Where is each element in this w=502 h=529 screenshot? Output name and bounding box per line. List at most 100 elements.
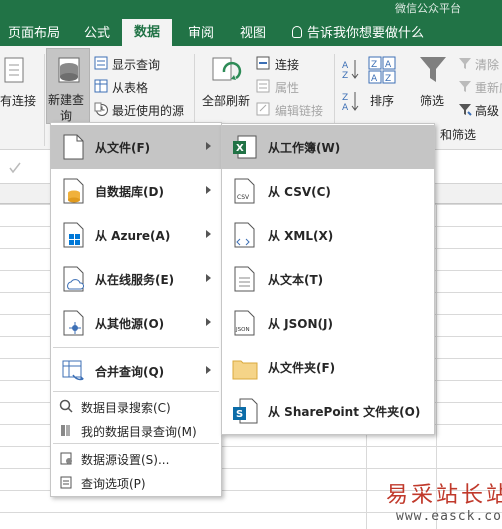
menu-item-from-database[interactable]: 自数据库(D) — [51, 169, 221, 213]
options-icon — [60, 476, 72, 489]
svg-text:A: A — [385, 60, 392, 70]
menu-separator — [53, 347, 219, 348]
menu-item-combine-queries[interactable]: 合并查询(Q) — [51, 349, 221, 393]
svg-text:X: X — [236, 143, 244, 154]
menu-item-from-azure[interactable]: 从 Azure(A) — [51, 213, 221, 257]
tab-formulas[interactable]: 公式 — [76, 21, 118, 46]
json-icon: JSON — [234, 310, 255, 336]
svg-text:Z: Z — [342, 93, 348, 103]
connections-button[interactable]: 连接 — [275, 56, 299, 73]
menu-item-from-online-services[interactable]: 从在线服务(E) — [51, 257, 221, 301]
ribbon-tab-bar: 微信公众平台 页面布局 公式 数据 审阅 视图 告诉我你想要做什么 — [0, 0, 502, 46]
azure-icon — [63, 222, 84, 248]
submenu-item-from-workbook[interactable]: X 从工作簿(W) — [222, 125, 434, 169]
refresh-all-button[interactable]: 全部刷新 — [202, 92, 250, 109]
submenu-item-from-sharepoint-folder[interactable]: S 从 SharePoint 文件夹(O) — [222, 389, 434, 433]
recent-sources-icon — [94, 102, 108, 116]
sharepoint-icon: S — [233, 398, 258, 424]
tab-view[interactable]: 视图 — [232, 21, 274, 46]
properties-button[interactable]: 属性 — [275, 79, 299, 96]
refresh-all-icon — [212, 57, 242, 81]
sort-az-icon: A Z — [342, 60, 359, 80]
submenu-item-from-text[interactable]: 从文本(T) — [222, 257, 434, 301]
properties-icon — [256, 79, 270, 93]
menu-item-label: 从文件(F) — [95, 141, 151, 155]
advanced-filter-icon — [459, 104, 472, 116]
svg-text:Z: Z — [342, 71, 348, 80]
sort-button[interactable]: 排序 — [370, 92, 394, 109]
folder-icon — [232, 360, 258, 380]
filter-icon — [420, 57, 446, 82]
window-title-fragment: 微信公众平台 — [395, 2, 461, 15]
menu-item-data-catalog-search[interactable]: 数据目录搜索(C) — [51, 395, 221, 417]
existing-connections-icon — [4, 57, 24, 83]
submenu-arrow-icon — [206, 142, 211, 150]
watermark-text: 易采站长站 — [386, 483, 502, 508]
tell-me-box[interactable]: 告诉我你想要做什么 — [292, 21, 424, 46]
submenu-item-label: 从 XML(X) — [268, 229, 334, 243]
new-query-button[interactable]: 新建查 询 — [46, 48, 90, 124]
submenu-item-from-json[interactable]: JSON 从 JSON(J) — [222, 301, 434, 345]
svg-text:A: A — [371, 74, 378, 84]
clear-filter-icon — [459, 58, 471, 69]
menu-item-label: 从 Azure(A) — [95, 229, 171, 243]
show-queries-button[interactable]: 显示查询 — [112, 56, 160, 73]
clear-button[interactable]: 清除 — [475, 56, 499, 73]
sort-filter-group-label: 和筛选 — [440, 128, 477, 142]
submenu-item-label: 从 SharePoint 文件夹(O) — [268, 405, 421, 419]
menu-item-data-source-settings[interactable]: 数据源设置(S)... — [51, 447, 221, 469]
checkmark-icon[interactable] — [8, 161, 22, 175]
submenu-arrow-icon — [206, 230, 211, 238]
menu-item-my-catalog-queries[interactable]: 我的数据目录查询(M) — [51, 419, 221, 441]
svg-text:JSON: JSON — [235, 327, 250, 333]
sort-icon: Z A A Z — [368, 56, 396, 84]
lightbulb-icon — [292, 26, 302, 38]
menu-item-label: 从在线服务(E) — [95, 273, 175, 287]
from-table-button[interactable]: 从表格 — [112, 79, 148, 96]
submenu-item-from-xml[interactable]: 从 XML(X) — [222, 213, 434, 257]
submenu-item-label: 从文本(T) — [268, 273, 324, 287]
cloud-icon — [63, 266, 85, 292]
svg-text:S: S — [236, 409, 243, 420]
existing-connections-button[interactable]: 有连接 — [0, 92, 36, 109]
submenu-arrow-icon — [206, 274, 211, 282]
menu-item-from-other-sources[interactable]: 从其他源(O) — [51, 301, 221, 345]
other-source-icon — [63, 310, 84, 336]
excel-window: 微信公众平台 页面布局 公式 数据 审阅 视图 告诉我你想要做什么 有连接 新建… — [0, 0, 502, 529]
filter-button[interactable]: 筛选 — [420, 92, 444, 109]
from-file-submenu: X 从工作簿(W) CSV 从 CSV(C) 从 XML(X) 从文本(T) J… — [221, 123, 435, 435]
menu-item-label: 查询选项(P) — [81, 477, 146, 491]
menu-item-label: 我的数据目录查询(M) — [81, 425, 197, 439]
tab-data[interactable]: 数据 — [122, 19, 173, 46]
menu-item-label: 数据源设置(S)... — [81, 453, 170, 467]
menu-item-label: 从其他源(O) — [95, 317, 165, 331]
submenu-item-label: 从工作簿(W) — [268, 141, 341, 155]
tell-me-text: 告诉我你想要做什么 — [307, 26, 425, 41]
menu-item-from-file[interactable]: 从文件(F) — [51, 125, 221, 169]
reapply-button[interactable]: 重新应用 — [475, 79, 502, 96]
edit-links-icon — [256, 102, 270, 116]
connections-icon — [256, 56, 270, 70]
submenu-arrow-icon — [206, 318, 211, 326]
new-query-icon — [58, 57, 80, 83]
tab-page-layout[interactable]: 页面布局 — [0, 21, 68, 46]
show-queries-icon — [94, 56, 108, 70]
csv-icon: CSV — [234, 178, 255, 204]
table-icon — [94, 79, 108, 93]
submenu-arrow-icon — [206, 366, 211, 374]
recent-sources-button[interactable]: 最近使用的源 — [112, 102, 184, 119]
edit-links-button[interactable]: 编辑链接 — [275, 102, 323, 119]
menu-item-query-options[interactable]: 查询选项(P) — [51, 471, 221, 493]
submenu-item-from-csv[interactable]: CSV 从 CSV(C) — [222, 169, 434, 213]
advanced-button[interactable]: 高级 — [475, 102, 499, 119]
file-icon — [63, 134, 84, 160]
reapply-icon — [459, 81, 471, 92]
ribbon-separator — [44, 54, 45, 146]
svg-text:A: A — [342, 103, 349, 112]
submenu-item-from-folder[interactable]: 从文件夹(F) — [222, 345, 434, 389]
new-query-label: 新建查 — [48, 93, 85, 107]
tab-review[interactable]: 审阅 — [180, 21, 222, 46]
menu-separator — [53, 443, 219, 444]
new-query-menu: 从文件(F) 自数据库(D) 从 Azure(A) 从在线服务(E) 从其他源(… — [50, 122, 222, 497]
svg-text:Z: Z — [385, 74, 391, 84]
